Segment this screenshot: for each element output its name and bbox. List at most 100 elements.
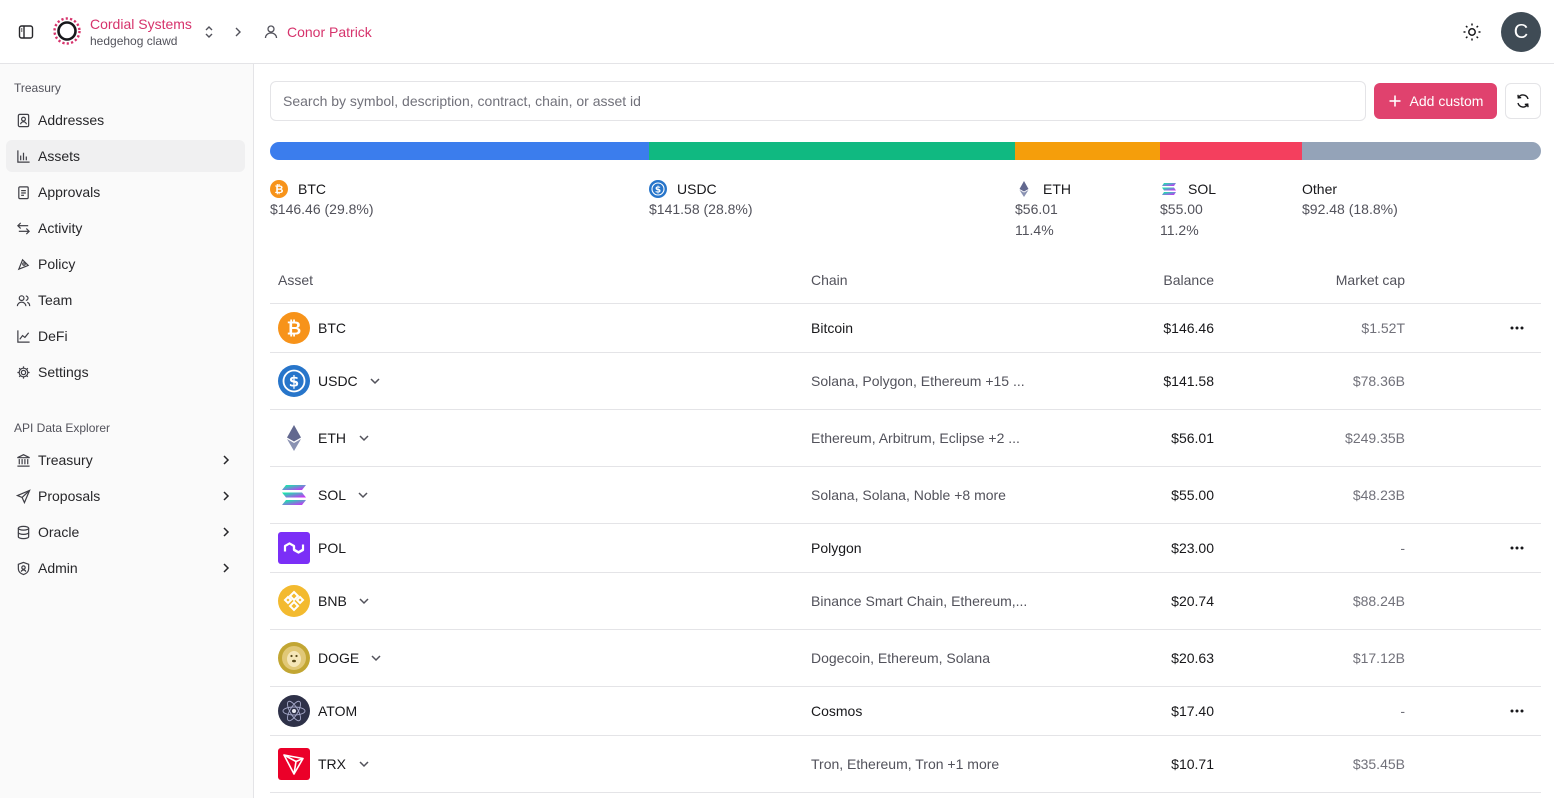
asset-chain: Ethereum, Arbitrum, Eclipse +2 ... bbox=[811, 430, 1020, 446]
asset-market-cap: $78.36B bbox=[1352, 373, 1405, 389]
refresh-button[interactable] bbox=[1505, 83, 1541, 119]
asset-market-cap: $1.52T bbox=[1361, 320, 1405, 336]
table-row[interactable]: ATOM Cosmos $17.40 - bbox=[270, 687, 1541, 736]
send-icon bbox=[15, 488, 31, 504]
asset-symbol: ETH bbox=[318, 430, 346, 446]
arrows-icon bbox=[15, 220, 31, 236]
column-header-balance[interactable]: Balance bbox=[1163, 272, 1214, 288]
sidebar-item-addresses[interactable]: Addresses bbox=[6, 104, 245, 136]
chevron-down-icon[interactable] bbox=[357, 757, 371, 771]
table-row[interactable]: $ USDC Solana, Polygon, Ethereum +15 ...… bbox=[270, 353, 1541, 410]
legend-item-btc: ₿ BTC $146.46 (29.8%) bbox=[270, 180, 374, 219]
btc-icon: ₿ bbox=[270, 180, 288, 198]
bank-icon bbox=[15, 452, 31, 468]
sidebar-item-label: Addresses bbox=[38, 112, 105, 128]
sidebar-item-label: DeFi bbox=[38, 328, 68, 344]
legend-value: $56.01 bbox=[1015, 201, 1058, 217]
chart-icon bbox=[15, 148, 31, 164]
table-row[interactable]: ETH Ethereum, Arbitrum, Eclipse +2 ... $… bbox=[270, 410, 1541, 467]
top-header: Cordial Systems hedgehog clawd Conor Pat… bbox=[0, 0, 1554, 64]
sidebar-item-admin[interactable]: Admin bbox=[6, 552, 245, 584]
chevron-down-icon[interactable] bbox=[368, 374, 382, 388]
asset-symbol: SOL bbox=[318, 487, 347, 503]
sidebar-item-label: Treasury bbox=[38, 452, 93, 468]
svg-text:₿: ₿ bbox=[287, 319, 302, 340]
asset-chain: Polygon bbox=[811, 540, 862, 556]
legend-value: $92.48 (18.8%) bbox=[1302, 201, 1398, 217]
table-row[interactable]: BNB Binance Smart Chain, Ethereum,... $2… bbox=[270, 573, 1541, 630]
refresh-icon bbox=[1517, 94, 1529, 108]
legend-symbol: BTC bbox=[298, 181, 326, 197]
clipboard-icon bbox=[15, 184, 31, 200]
database-icon bbox=[15, 524, 31, 540]
sidebar-item-assets[interactable]: Assets bbox=[6, 140, 245, 172]
asset-balance: $141.58 bbox=[1163, 373, 1214, 389]
users-icon bbox=[15, 292, 31, 308]
chevron-right-icon bbox=[219, 525, 233, 539]
allocation-segment-sol bbox=[1159, 142, 1303, 160]
sidebar-item-label: Assets bbox=[38, 148, 81, 164]
chevron-right-icon bbox=[219, 453, 233, 467]
sidebar-item-label: Approvals bbox=[38, 184, 101, 200]
svg-text:$: $ bbox=[289, 373, 299, 391]
column-header-market-cap[interactable]: Market cap bbox=[1336, 272, 1405, 288]
theme-toggle-sun-icon[interactable] bbox=[1462, 22, 1482, 42]
sidebar-item-activity[interactable]: Activity bbox=[6, 212, 245, 244]
asset-chain: Solana, Solana, Noble +8 more bbox=[811, 487, 1006, 503]
table-row[interactable]: DOGE Dogecoin, Ethereum, Solana $20.63 $… bbox=[270, 630, 1541, 687]
column-header-asset[interactable]: Asset bbox=[278, 272, 313, 288]
pol-icon bbox=[278, 532, 310, 564]
chevron-up-down-icon[interactable] bbox=[202, 24, 216, 40]
asset-chain: Tron, Ethereum, Tron +1 more bbox=[811, 756, 1000, 772]
column-header-chain[interactable]: Chain bbox=[811, 272, 848, 288]
sidebar-item-api-treasury[interactable]: Treasury bbox=[6, 444, 245, 476]
table-row[interactable]: TRX Tron, Ethereum, Tron +1 more $10.71 … bbox=[270, 736, 1541, 793]
legend-symbol: SOL bbox=[1188, 181, 1217, 197]
chevron-down-icon[interactable] bbox=[357, 594, 371, 608]
sidebar-item-policy[interactable]: Policy bbox=[6, 248, 245, 280]
org-switcher[interactable]: Cordial Systems hedgehog clawd bbox=[90, 15, 192, 49]
asset-market-cap: - bbox=[1400, 703, 1405, 719]
more-options-icon[interactable] bbox=[1509, 703, 1525, 719]
gear-icon bbox=[15, 364, 31, 380]
chevron-right-icon bbox=[219, 489, 233, 503]
asset-market-cap: $48.23B bbox=[1352, 487, 1405, 503]
org-name: Cordial Systems bbox=[90, 16, 192, 32]
chevron-down-icon[interactable] bbox=[356, 488, 370, 502]
sidebar-item-proposals[interactable]: Proposals bbox=[6, 480, 245, 512]
allocation-segment-other bbox=[1302, 142, 1541, 160]
asset-symbol: ATOM bbox=[318, 703, 358, 719]
sidebar-toggle-icon[interactable] bbox=[16, 22, 36, 42]
compass-icon bbox=[15, 256, 31, 272]
asset-balance: $10.71 bbox=[1171, 756, 1214, 772]
sidebar-item-label: Activity bbox=[38, 220, 83, 236]
table-row[interactable]: POL Polygon $23.00 - bbox=[270, 524, 1541, 573]
table-row[interactable]: ₿ BTC Bitcoin $146.46 $1.52T bbox=[270, 304, 1541, 353]
org-logo-icon bbox=[52, 16, 82, 46]
breadcrumb-user[interactable]: Conor Patrick bbox=[287, 24, 372, 40]
legend-item-eth: ETH $56.01 11.4% bbox=[1015, 180, 1071, 240]
more-options-icon[interactable] bbox=[1509, 540, 1525, 556]
asset-market-cap: $88.24B bbox=[1352, 593, 1405, 609]
chevron-down-icon[interactable] bbox=[369, 651, 383, 665]
asset-chain: Dogecoin, Ethereum, Solana bbox=[811, 650, 990, 666]
sidebar-item-oracle[interactable]: Oracle bbox=[6, 516, 245, 548]
table-row[interactable]: SOL Solana, Solana, Noble +8 more $55.00… bbox=[270, 467, 1541, 524]
eth-icon bbox=[1015, 180, 1033, 198]
sidebar-item-label: Proposals bbox=[38, 488, 101, 504]
chevron-down-icon[interactable] bbox=[357, 431, 371, 445]
asset-chain: Cosmos bbox=[811, 703, 863, 719]
table-header: Asset Chain Balance Market cap bbox=[270, 256, 1541, 304]
avatar[interactable]: C bbox=[1501, 12, 1541, 52]
sidebar-item-defi[interactable]: DeFi bbox=[6, 320, 245, 352]
asset-balance: $20.63 bbox=[1171, 650, 1214, 666]
add-custom-button[interactable]: Add custom bbox=[1374, 83, 1497, 119]
more-options-icon[interactable] bbox=[1509, 320, 1525, 336]
sidebar-item-team[interactable]: Team bbox=[6, 284, 245, 316]
sidebar-item-settings[interactable]: Settings bbox=[6, 356, 245, 388]
sidebar-item-approvals[interactable]: Approvals bbox=[6, 176, 245, 208]
search-input[interactable] bbox=[271, 82, 1365, 120]
sidebar-section-api: API Data Explorer bbox=[14, 421, 111, 435]
doge-icon bbox=[278, 642, 310, 674]
asset-chain: Bitcoin bbox=[811, 320, 854, 336]
